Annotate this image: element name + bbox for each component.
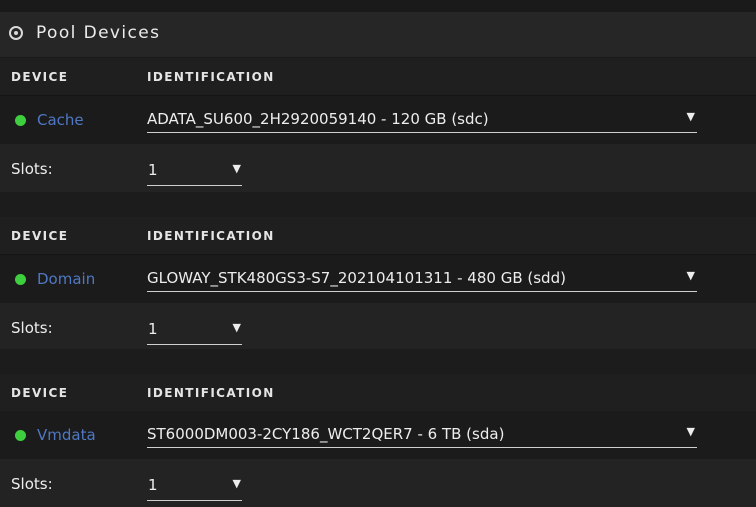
- identification-select[interactable]: ADATA_SU600_2H2920059140 - 120 GB (sdc) …: [147, 104, 697, 133]
- identification-value: ADATA_SU600_2H2920059140 - 120 GB (sdc): [147, 110, 489, 128]
- slots-value: 1: [148, 476, 158, 494]
- identification-select[interactable]: GLOWAY_STK480GS3-S7_202104101311 - 480 G…: [147, 263, 697, 292]
- identification-select[interactable]: ST6000DM003-2CY186_WCT2QER7 - 6 TB (sda)…: [147, 419, 697, 448]
- caret-down-icon: ▼: [686, 269, 695, 282]
- caret-down-icon: ▼: [232, 477, 241, 490]
- section-title: Pool Devices: [36, 23, 161, 43]
- slots-row: Slots: 1 ▼: [0, 303, 756, 351]
- device-link-domain[interactable]: Domain: [37, 270, 95, 288]
- identification-value: ST6000DM003-2CY186_WCT2QER7 - 6 TB (sda): [147, 425, 505, 443]
- status-online-icon: [15, 274, 26, 285]
- identification-value: GLOWAY_STK480GS3-S7_202104101311 - 480 G…: [147, 269, 566, 287]
- column-header-identification: IDENTIFICATION: [147, 386, 275, 400]
- device-row: Vmdata ST6000DM003-2CY186_WCT2QER7 - 6 T…: [0, 411, 756, 459]
- caret-down-icon: ▼: [686, 110, 695, 123]
- slots-select[interactable]: 1 ▼: [147, 312, 242, 345]
- slots-label: Slots:: [11, 319, 53, 337]
- device-row: Cache ADATA_SU600_2H2920059140 - 120 GB …: [0, 96, 756, 144]
- caret-down-icon: ▼: [232, 162, 241, 175]
- status-online-icon: [15, 115, 26, 126]
- pool-spacer: [0, 192, 756, 217]
- slots-label: Slots:: [11, 475, 53, 493]
- slots-value: 1: [148, 320, 158, 338]
- caret-down-icon: ▼: [232, 321, 241, 334]
- table-header-row: DEVICE IDENTIFICATION: [0, 58, 756, 96]
- status-online-icon: [15, 430, 26, 441]
- column-header-device: DEVICE: [11, 386, 69, 400]
- slots-value: 1: [148, 161, 158, 179]
- column-header-device: DEVICE: [11, 70, 69, 84]
- slots-select[interactable]: 1 ▼: [147, 153, 242, 186]
- device-row: Domain GLOWAY_STK480GS3-S7_202104101311 …: [0, 255, 756, 303]
- slots-label: Slots:: [11, 160, 53, 178]
- column-header-device: DEVICE: [11, 229, 69, 243]
- column-header-identification: IDENTIFICATION: [147, 70, 275, 84]
- slots-select[interactable]: 1 ▼: [147, 468, 242, 501]
- caret-down-icon: ▼: [686, 425, 695, 438]
- top-strip: [0, 0, 756, 12]
- table-header-row: DEVICE IDENTIFICATION: [0, 217, 756, 255]
- section-header: Pool Devices: [0, 12, 756, 58]
- disc-icon: [9, 26, 23, 40]
- device-link-cache[interactable]: Cache: [37, 111, 84, 129]
- column-header-identification: IDENTIFICATION: [147, 229, 275, 243]
- pool-spacer: [0, 349, 756, 374]
- slots-row: Slots: 1 ▼: [0, 459, 756, 507]
- table-header-row: DEVICE IDENTIFICATION: [0, 374, 756, 412]
- device-link-vmdata[interactable]: Vmdata: [37, 426, 96, 444]
- slots-row: Slots: 1 ▼: [0, 144, 756, 192]
